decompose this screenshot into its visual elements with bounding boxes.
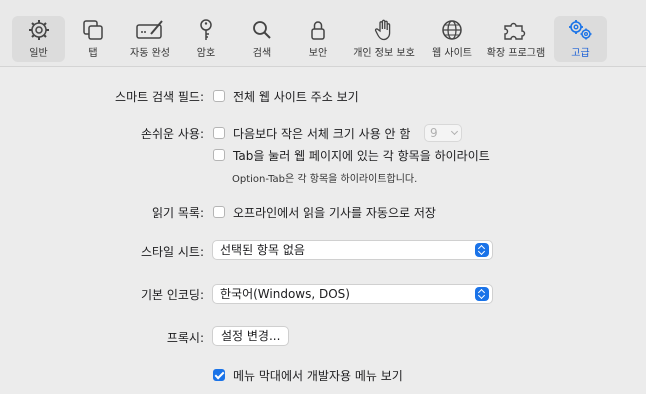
- style-sheet-value: 선택된 항목 없음: [220, 243, 305, 257]
- gears-icon: [554, 18, 607, 42]
- smart-search-label: 스마트 검색 필드:: [115, 90, 204, 104]
- tab-highlight-note: Option-Tab은 각 항목을 하이라이트합니다.: [232, 174, 418, 185]
- tabs-icon: [71, 18, 115, 42]
- change-proxy-settings-button[interactable]: 설정 변경...: [212, 326, 290, 346]
- style-sheet-select[interactable]: 선택된 항목 없음: [212, 240, 493, 260]
- save-offline-checkbox[interactable]: [213, 206, 225, 218]
- search-icon: [240, 18, 284, 42]
- min-font-size-checkbox[interactable]: [213, 127, 225, 139]
- lock-icon: [296, 18, 340, 42]
- accessibility-label: 손쉬운 사용:: [140, 127, 204, 141]
- key-icon: [186, 18, 226, 42]
- tab-label: 고급: [571, 48, 590, 59]
- show-develop-menu-label: 메뉴 막대에서 개발자용 메뉴 보기: [233, 369, 403, 383]
- advanced-settings-pane: 스마트 검색 필드: 전체 웹 사이트 주소 보기 손쉬운 사용: 다음보다 작…: [0, 67, 646, 394]
- popup-arrows-icon: [475, 243, 489, 257]
- show-full-address-checkbox[interactable]: [213, 90, 225, 102]
- autofill-pencil-icon: [126, 18, 174, 42]
- tab-websites[interactable]: 웹 사이트: [430, 16, 474, 62]
- preferences-window: 고급 일반 탭 자동 완성 암호: [0, 0, 646, 394]
- min-font-size-popup[interactable]: 9: [424, 124, 462, 142]
- show-develop-menu-checkbox[interactable]: [213, 369, 225, 381]
- show-full-address-label: 전체 웹 사이트 주소 보기: [233, 90, 359, 104]
- default-encoding-select[interactable]: 한국어(Windows, DOS): [212, 284, 493, 304]
- hand-icon: [358, 18, 410, 42]
- gear-icon: [12, 18, 65, 42]
- min-font-size-label: 다음보다 작은 서체 크기 사용 안 함: [233, 127, 411, 141]
- default-encoding-value: 한국어(Windows, DOS): [220, 287, 350, 301]
- default-encoding-label: 기본 인코딩:: [140, 288, 204, 302]
- tab-highlight-checkbox[interactable]: [213, 149, 225, 161]
- globe-icon: [430, 18, 474, 42]
- min-font-size-value: 9: [430, 126, 438, 140]
- tab-privacy[interactable]: 개인 정보 보호: [353, 16, 415, 62]
- preferences-toolbar: 일반 탭 자동 완성 암호 검색 보안 개인 정보 보호 웹 사이트 확장 프로…: [0, 0, 646, 67]
- puzzle-icon: [490, 18, 542, 42]
- chevron-down-icon: [450, 127, 459, 136]
- popup-arrows-icon: [475, 287, 489, 301]
- tab-security[interactable]: 보안: [296, 16, 340, 62]
- style-sheet-label: 스타일 시트:: [140, 245, 204, 259]
- tab-highlight-label: Tab을 눌러 웹 페이지에 있는 각 항목을 하이라이트: [233, 149, 490, 163]
- save-offline-label: 오프라인에서 읽을 기사를 자동으로 저장: [233, 206, 436, 220]
- tab-advanced[interactable]: 고급: [554, 16, 607, 62]
- reading-list-label: 읽기 목록:: [151, 206, 204, 220]
- proxy-label: 프록시:: [166, 331, 204, 345]
